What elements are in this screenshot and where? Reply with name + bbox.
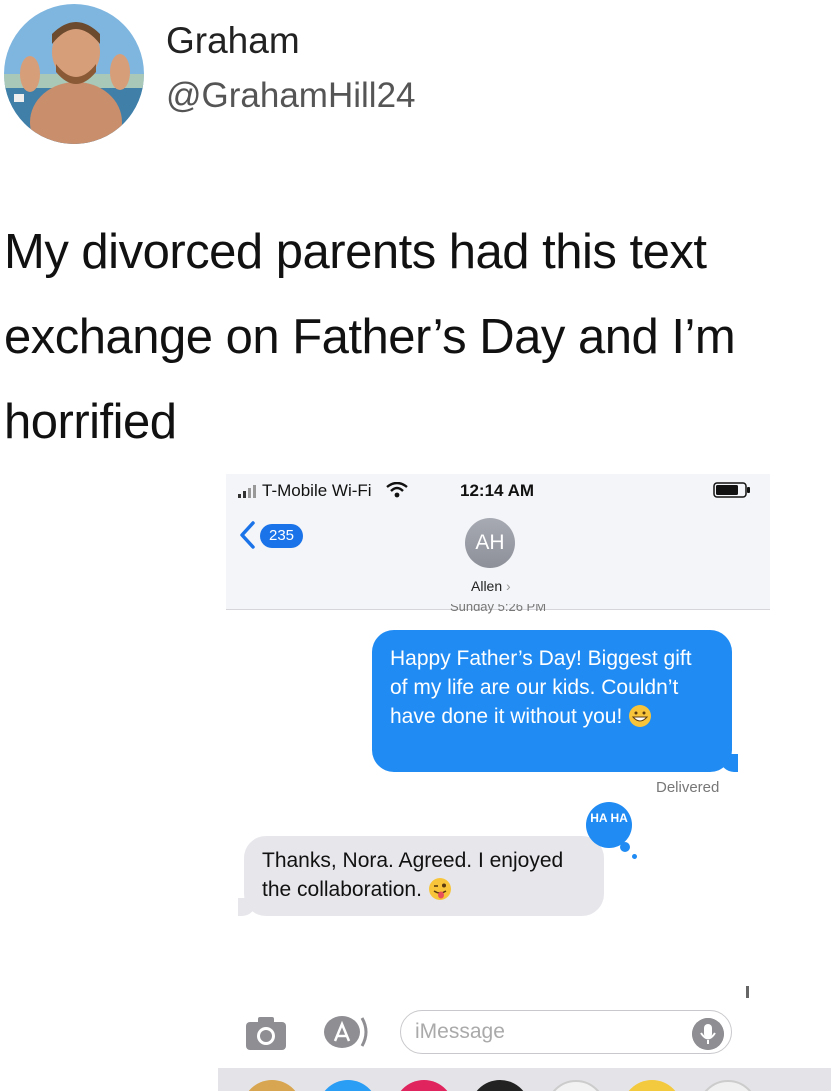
- imessage-screenshot: T-Mobile Wi-Fi 12:14 AM 235 AH Allen › S…: [218, 474, 831, 1091]
- author-name[interactable]: Graham: [166, 20, 300, 62]
- author-avatar-photo: [4, 4, 144, 144]
- more-apps-icon[interactable]: [698, 1080, 758, 1091]
- winking-face-with-tongue-icon: [428, 878, 451, 900]
- conversation-header: T-Mobile Wi-Fi 12:14 AM 235 AH Allen ›: [226, 474, 770, 610]
- emoji-app-icon[interactable]: [622, 1080, 682, 1091]
- back-chevron-icon[interactable]: [238, 520, 256, 550]
- wifi-icon: [386, 482, 408, 498]
- received-message-text: Thanks, Nora. Agreed. I enjoyed the coll…: [262, 849, 564, 901]
- music-app-icon[interactable]: [394, 1080, 454, 1091]
- tapback-tail-dot: [632, 854, 637, 859]
- conversation-date: Sunday 5:26 PM: [449, 604, 547, 614]
- carrier-label: T-Mobile Wi-Fi: [262, 481, 372, 500]
- delivered-status: Delivered: [656, 779, 720, 796]
- tweet-text: My divorced parents had this text exchan…: [4, 225, 736, 449]
- digital-touch-app-icon[interactable]: [470, 1080, 530, 1091]
- animoji-app-icon[interactable]: [546, 1080, 606, 1091]
- chevron-right-icon: ›: [506, 578, 511, 594]
- camera-icon[interactable]: [244, 1014, 288, 1052]
- grinning-face-icon: [629, 705, 652, 727]
- received-message-bubble[interactable]: Thanks, Nora. Agreed. I enjoyed the coll…: [238, 836, 604, 916]
- microphone-icon[interactable]: [692, 1018, 724, 1050]
- store-app-icon[interactable]: [318, 1080, 378, 1091]
- status-time: 12:14 AM: [460, 481, 535, 500]
- contact-avatar[interactable]: AH: [465, 518, 515, 568]
- scroll-indicator: [746, 986, 749, 998]
- author-avatar[interactable]: [4, 4, 144, 144]
- app-drawer: [218, 1068, 831, 1091]
- imessage-input[interactable]: iMessage: [400, 1010, 732, 1054]
- battery-icon: [713, 482, 750, 498]
- sent-message-bubble[interactable]: Happy Father’s Day! Biggest gift of my l…: [372, 630, 738, 772]
- unread-count-badge[interactable]: 235: [260, 524, 304, 548]
- author-handle[interactable]: @GrahamHill24: [166, 76, 416, 116]
- tapback-tail-dot: [620, 842, 630, 852]
- contact-name[interactable]: Allen ›: [471, 578, 511, 594]
- photos-app-icon[interactable]: [242, 1080, 302, 1091]
- app-store-icon[interactable]: [320, 1014, 370, 1050]
- signal-strength-icon: [238, 484, 256, 498]
- contact-name-label: Allen: [471, 578, 503, 594]
